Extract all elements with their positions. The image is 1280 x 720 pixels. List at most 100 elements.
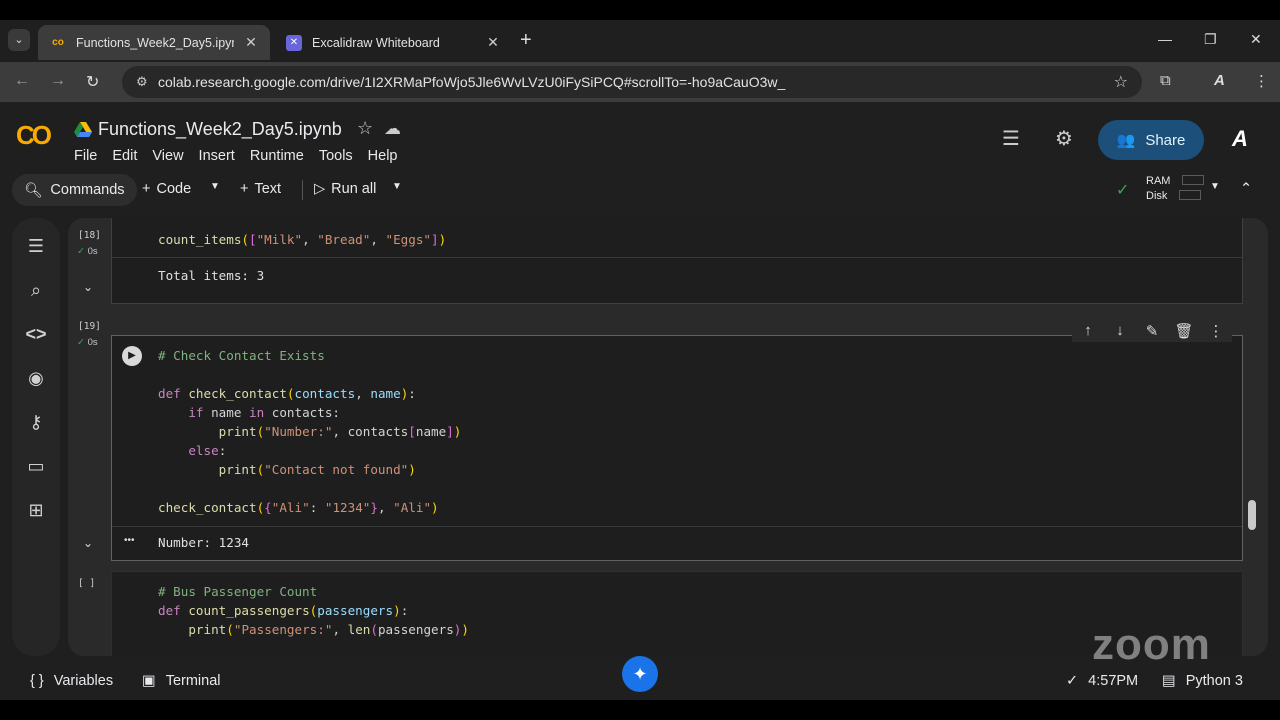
add-text-button[interactable]: + Text bbox=[240, 181, 281, 197]
cell-output: Total items: 3 bbox=[158, 268, 265, 283]
restore-icon[interactable]: ❐ bbox=[1204, 31, 1217, 48]
settings-gear-icon[interactable]: ⚙ bbox=[1055, 126, 1073, 151]
terminal-button[interactable]: ▣ Terminal bbox=[142, 673, 221, 689]
code-line[interactable]: count_items(["Milk", "Bread", "Eggs"]) bbox=[158, 230, 446, 249]
exec-status: ✓ 0s bbox=[77, 337, 98, 348]
url-text: colab.research.google.com/drive/1I2XRMaP… bbox=[158, 74, 786, 90]
braces-icon: { } bbox=[30, 673, 44, 689]
drive-icon bbox=[74, 122, 92, 137]
code-cell-19[interactable]: ▶ # Check Contact Exists def check_conta… bbox=[111, 335, 1243, 561]
close-window-icon[interactable]: ✕ bbox=[1250, 31, 1262, 48]
edit-pencil-icon[interactable]: ✎ bbox=[1142, 322, 1162, 340]
colab-logo-icon: co bbox=[52, 37, 64, 48]
notebook-title[interactable]: Functions_Week2_Day5.ipynb bbox=[98, 119, 342, 140]
runtime-dropdown-icon[interactable]: ▼ bbox=[1210, 181, 1220, 192]
plus-icon: + bbox=[142, 181, 151, 197]
menu-help[interactable]: Help bbox=[368, 148, 398, 164]
site-info-icon[interactable]: ⚙ bbox=[136, 74, 158, 90]
menu-file[interactable]: File bbox=[74, 148, 97, 164]
exec-count: [19] bbox=[78, 321, 101, 332]
table-icon[interactable]: ⊞ bbox=[24, 498, 48, 522]
connected-check-icon: ✓ bbox=[1116, 182, 1130, 199]
collapse-output-icon[interactable]: ⌄ bbox=[83, 280, 93, 294]
gemini-button[interactable]: ✦ bbox=[622, 656, 658, 692]
colab-logo[interactable]: CO bbox=[16, 120, 52, 151]
share-label: Share bbox=[1145, 131, 1186, 149]
new-tab-button[interactable]: + bbox=[520, 30, 532, 50]
secrets-eye-icon[interactable]: ◉ bbox=[24, 366, 48, 390]
menu-runtime[interactable]: Runtime bbox=[250, 148, 304, 164]
menu-edit[interactable]: Edit bbox=[112, 148, 137, 164]
delete-icon[interactable]: 🗑︎ bbox=[1174, 322, 1194, 340]
comment-icon[interactable]: ☰ bbox=[1002, 126, 1020, 151]
play-icon: ▷ bbox=[314, 181, 326, 197]
side-rail: ☰ ⌕ <> ◉ ⚷ ▭ ⊞ bbox=[12, 218, 60, 656]
minimize-icon[interactable]: — bbox=[1158, 31, 1172, 47]
profile-avatar[interactable]: A bbox=[1214, 72, 1225, 89]
move-up-icon[interactable]: ↑ bbox=[1078, 322, 1098, 340]
kernel-label: Python 3 bbox=[1185, 673, 1243, 689]
check-icon: ✓ bbox=[77, 246, 85, 257]
code-cell-18[interactable]: count_items(["Milk", "Bread", "Eggs"]) T… bbox=[111, 218, 1243, 304]
menu-insert[interactable]: Insert bbox=[199, 148, 235, 164]
code-block[interactable]: # Check Contact Exists def check_contact… bbox=[158, 346, 461, 517]
collapse-output-icon[interactable]: ⌄ bbox=[83, 536, 93, 550]
output-actions-icon[interactable]: ••• bbox=[124, 535, 135, 546]
menu-view[interactable]: View bbox=[152, 148, 183, 164]
code-block[interactable]: # Bus Passenger Count def count_passenge… bbox=[158, 582, 469, 656]
menu-tools[interactable]: Tools bbox=[319, 148, 353, 164]
more-options-icon[interactable]: ⋮ bbox=[1206, 322, 1226, 340]
terminal-icon: ▣ bbox=[142, 673, 156, 689]
check-icon: ✓ bbox=[77, 337, 85, 348]
tab-colab[interactable]: co Functions_Week2_Day5.ipynb - ✕ bbox=[38, 25, 270, 60]
key-icon[interactable]: ⚷ bbox=[24, 410, 48, 434]
account-avatar[interactable]: A bbox=[1224, 122, 1256, 156]
search-icon: 🔍︎ bbox=[24, 182, 43, 199]
code-snippets-icon[interactable]: <> bbox=[24, 322, 48, 346]
ram-label: RAM bbox=[1146, 175, 1171, 187]
kernel-icon: ▤ bbox=[1162, 673, 1176, 689]
people-icon: 👥 bbox=[1116, 132, 1136, 149]
run-all-dropdown-icon[interactable]: ▼ bbox=[392, 181, 402, 192]
resource-monitor[interactable]: RAM Disk bbox=[1146, 174, 1205, 204]
close-tab-icon[interactable]: ✕ bbox=[486, 34, 500, 51]
folder-icon[interactable]: ▭ bbox=[24, 454, 48, 478]
tab-strip: ⌄ co Functions_Week2_Day5.ipynb - ✕ ✕ Ex… bbox=[0, 20, 1280, 62]
disk-bar bbox=[1179, 190, 1202, 200]
commands-button[interactable]: 🔍︎ Commands bbox=[12, 174, 137, 206]
exec-count: [18] bbox=[78, 230, 101, 241]
terminal-label: Terminal bbox=[165, 673, 221, 689]
close-tab-icon[interactable]: ✕ bbox=[244, 34, 258, 51]
forward-icon[interactable]: → bbox=[50, 72, 66, 90]
tab-search-button[interactable]: ⌄ bbox=[8, 29, 30, 51]
extensions-icon[interactable]: ⧉ bbox=[1160, 72, 1171, 89]
check-icon: ✓ bbox=[1066, 673, 1079, 689]
tab-excalidraw[interactable]: ✕ Excalidraw Whiteboard ✕ bbox=[274, 25, 512, 60]
move-down-icon[interactable]: ↓ bbox=[1110, 322, 1130, 340]
scrollbar-thumb[interactable] bbox=[1248, 500, 1256, 530]
browser-window: ⌄ co Functions_Week2_Day5.ipynb - ✕ ✕ Ex… bbox=[0, 20, 1280, 700]
url-field[interactable]: ⚙ colab.research.google.com/drive/1I2XRM… bbox=[122, 66, 1142, 98]
share-button[interactable]: 👥 Share bbox=[1098, 120, 1204, 160]
code-dropdown-icon[interactable]: ▼ bbox=[210, 181, 220, 192]
back-icon[interactable]: ← bbox=[14, 72, 30, 90]
tab-title: Excalidraw Whiteboard bbox=[312, 35, 440, 50]
star-icon[interactable]: ☆ bbox=[357, 118, 373, 139]
table-of-contents-icon[interactable]: ☰ bbox=[24, 234, 48, 258]
run-cell-button[interactable]: ▶ bbox=[122, 346, 142, 366]
execution-status[interactable]: ✓ 4:57PM bbox=[1066, 673, 1138, 689]
bookmark-star-icon[interactable]: ☆ bbox=[1114, 72, 1128, 92]
code-label: Code bbox=[156, 181, 192, 197]
reload-icon[interactable]: ↻ bbox=[86, 72, 99, 92]
menu-bar: File Edit View Insert Runtime Tools Help bbox=[74, 148, 398, 164]
cloud-saved-icon: ☁ bbox=[384, 119, 401, 138]
add-code-button[interactable]: + Code bbox=[142, 181, 191, 197]
kernel-indicator[interactable]: ▤ Python 3 bbox=[1162, 673, 1243, 689]
variables-button[interactable]: { } Variables bbox=[30, 673, 113, 689]
find-replace-icon[interactable]: ⌕ bbox=[24, 278, 48, 302]
browser-menu-icon[interactable]: ⋮ bbox=[1254, 72, 1269, 90]
collapse-header-icon[interactable]: ⌃ bbox=[1240, 181, 1252, 197]
zoom-watermark: zoom bbox=[1092, 620, 1211, 669]
run-all-button[interactable]: ▷ Run all bbox=[314, 181, 376, 197]
code-cell-20[interactable]: # Bus Passenger Count def count_passenge… bbox=[111, 571, 1243, 656]
